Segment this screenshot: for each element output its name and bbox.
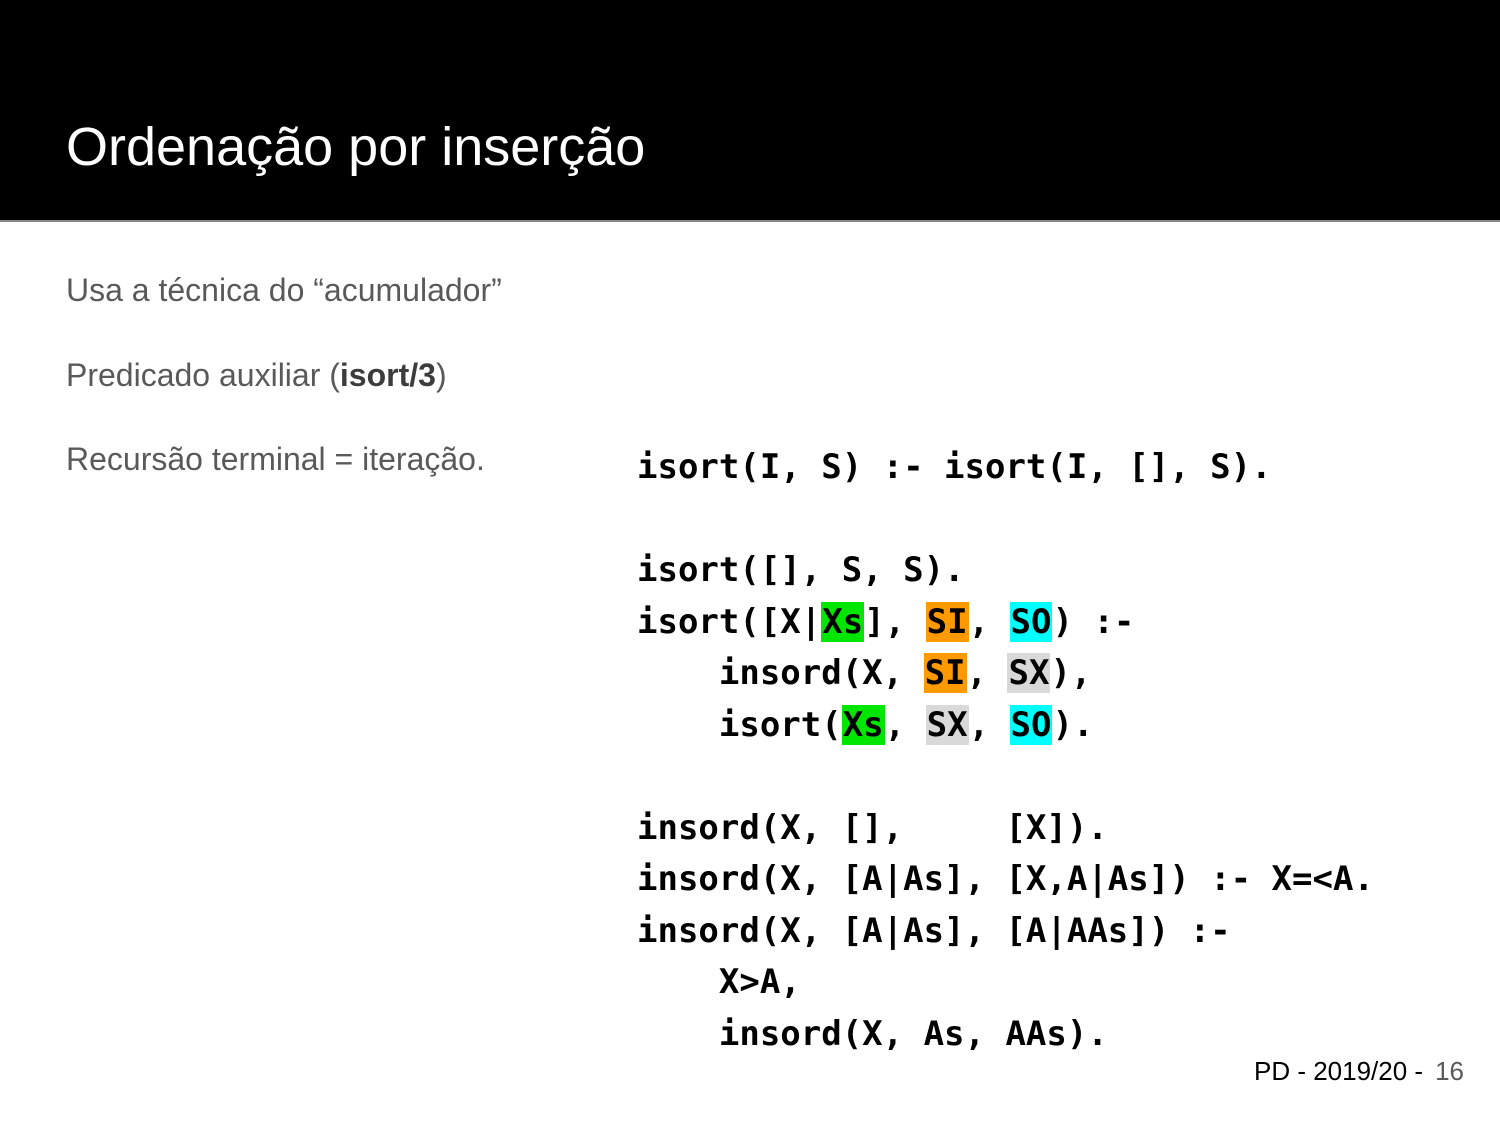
highlighted-variable: SI [923,653,967,693]
code-text: , [966,653,1008,693]
title-bar: Ordenação por inserção [0,0,1500,222]
code-text: ) :- [1052,601,1135,642]
code-line: insord(X, SI, SX), [637,648,1374,700]
bullet-text-post: ) [435,357,447,393]
code-line: X>A, [637,957,1374,1009]
slide-footer: PD - 2019/20 - 16 [1254,1054,1464,1088]
code-line: isort(Xs, SX, SO). [637,700,1374,752]
code-text: ), [1050,653,1092,693]
code-text: , [968,704,1010,745]
bullet-text: Usa a técnica do “acumulador” [66,272,502,308]
footer-course: PD - 2019/20 - [1253,1056,1424,1086]
code-line: insord(X, [A|As], [X,A|As]) :- X=<A. [637,854,1374,906]
bullet-text: Recursão terminal = iteração. [66,441,485,477]
code-text: ). [1052,704,1094,745]
bullet-accumulator: Usa a técnica do “acumulador” [66,270,502,310]
bullet-tail-recursion: Recursão terminal = iteração. [66,439,485,479]
code-text: insord(X, [637,653,924,693]
highlighted-variable: SO [1009,601,1053,642]
highlighted-variable: Xs [841,704,885,745]
code-line: insord(X, As, AAs). [637,1009,1374,1061]
slide-title: Ordenação por inserção [66,117,646,177]
code-line: isort([], S, S). [637,545,1374,597]
bullet-text-pre: Predicado auxiliar ( [66,357,340,393]
code-block: isort(I, S) :- isort(I, [], S). isort([],… [637,442,1374,1060]
bullet-auxiliary-predicate: Predicado auxiliar (isort/3) [66,355,447,395]
code-line: insord(X, [], [X]). [637,803,1374,855]
code-text: insord(X, [A|As], [X,A|As]) :- X=<A. [637,859,1374,899]
code-text: , [884,704,926,745]
code-text: insord(X, [], [X]). [637,807,1108,848]
page-number: 16 [1435,1056,1464,1086]
code-line: insord(X, [A|As], [A|AAs]) :- [637,906,1374,958]
code-text: isort([X| [637,601,822,642]
code-text: isort(I, S) :- isort(I, [], S). [637,447,1272,487]
highlighted-variable: Xs [821,601,865,642]
highlighted-variable: SO [1009,704,1053,745]
highlighted-variable: SI [925,601,969,642]
code-text: ], [864,601,926,642]
code-line: isort([X|Xs], SI, SO) :- [637,597,1374,649]
code-text: X>A, [637,962,801,1002]
highlighted-variable: SX [1007,653,1051,693]
highlighted-variable: SX [925,704,969,745]
bullet-text-bold: isort/3 [339,357,436,393]
code-text: isort( [637,704,842,745]
code-text: , [968,601,1010,642]
code-line: isort(I, S) :- isort(I, [], S). [637,442,1374,494]
code-text: insord(X, As, AAs). [637,1013,1108,1054]
code-text: insord(X, [A|As], [A|AAs]) :- [637,910,1231,951]
code-text: isort([], S, S). [637,550,965,590]
